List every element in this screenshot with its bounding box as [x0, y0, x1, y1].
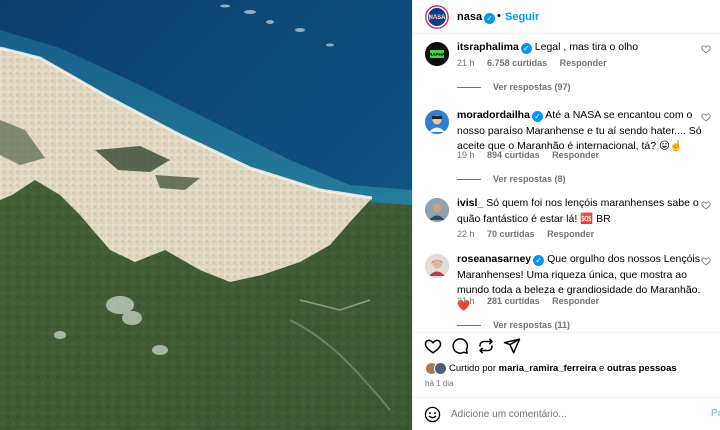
comment-meta: 21 h 6.758 curtidas Responder [457, 58, 617, 68]
view-replies-button[interactable]: Ver respostas (8) [457, 174, 566, 184]
verified-icon: ✓ [484, 13, 496, 24]
comment-username[interactable]: itsraphalima [457, 41, 519, 53]
comment-meta: 21 h 281 curtidas Responder [457, 296, 609, 306]
heart-icon[interactable] [701, 44, 711, 54]
liked-by-user[interactable]: maria_ramira_ferreira [499, 363, 597, 374]
comment-text: Só quem foi nos lençóis maranhenses sabe… [457, 197, 699, 225]
comment-bubble-icon[interactable] [451, 337, 469, 355]
post-image[interactable] [0, 0, 412, 430]
comment-input[interactable] [451, 406, 701, 422]
separator-dot: • [497, 10, 501, 22]
post-author[interactable]: nasa ✓ [457, 11, 496, 24]
svg-text:RAPHA: RAPHA [429, 52, 446, 57]
comment-body: ivisl_ Só quem foi nos lençóis maranhens… [457, 196, 709, 227]
verified-icon: ✓ [520, 43, 532, 54]
liker-avatar[interactable] [434, 362, 447, 375]
post-side-panel: NASA nasa ✓ • Seguir RAPHA itsraphalima ✓ … [412, 0, 720, 430]
replies-divider [457, 179, 481, 181]
comment-item: moradordailha ✓ Até a NASA se encantou co… [413, 108, 720, 186]
comment-item: RAPHA itsraphalima ✓ Legal , mas tira o o… [413, 40, 720, 98]
commenter-avatar[interactable] [425, 254, 449, 278]
post-actions-bar [413, 332, 720, 356]
commenter-avatar[interactable]: RAPHA [425, 42, 449, 66]
follow-button[interactable]: Seguir [505, 11, 539, 23]
comment-time: 21 h [457, 58, 475, 68]
post-header: NASA nasa ✓ • Seguir [413, 0, 720, 34]
replies-divider [457, 325, 481, 327]
liked-by-prefix: Curtido por [449, 363, 496, 374]
replies-divider [457, 87, 481, 89]
view-replies-label[interactable]: Ver respostas (8) [493, 174, 566, 184]
reply-button[interactable]: Responder [552, 296, 599, 306]
view-replies-button[interactable]: Ver respostas (97) [457, 82, 571, 92]
repost-icon[interactable] [477, 337, 495, 355]
liked-by-text: Curtido por maria_ramira_ferreira e outr… [449, 363, 677, 374]
satellite-image-graphic [0, 0, 412, 430]
post-comment-button[interactable]: Po [711, 408, 720, 419]
comment-item: ivisl_ Só quem foi nos lençóis maranhens… [413, 196, 720, 242]
reply-button[interactable]: Responder [552, 150, 599, 160]
comment-body: moradordailha ✓ Até a NASA se encantou co… [457, 108, 709, 155]
avatar-image [425, 254, 449, 278]
commenter-avatar[interactable] [425, 198, 449, 222]
reply-button[interactable]: Responder [547, 229, 594, 239]
comment-body: itsraphalima ✓ Legal , mas tira o olho [457, 40, 709, 56]
liked-by-others[interactable]: outras pessoas [607, 363, 677, 374]
comment-likes[interactable]: 894 curtidas [487, 150, 540, 160]
comment-meta: 22 h 70 curtidas Responder [457, 229, 604, 239]
verified-icon: ✓ [533, 255, 545, 266]
emoji-icon[interactable] [424, 406, 441, 423]
nasa-avatar[interactable]: NASA [425, 5, 449, 29]
heart-icon[interactable] [701, 200, 711, 210]
comment-username[interactable]: roseanasarney [457, 253, 531, 265]
comment-likes[interactable]: 70 curtidas [487, 229, 535, 239]
verified-icon: ✓ [531, 111, 543, 122]
comment-likes[interactable]: 281 curtidas [487, 296, 540, 306]
comment-likes[interactable]: 6.758 curtidas [487, 58, 547, 68]
share-paper-plane-icon[interactable] [503, 337, 521, 355]
view-replies-label[interactable]: Ver respostas (97) [493, 82, 571, 92]
comment-time: 22 h [457, 229, 475, 239]
comment-meta: 19 h 894 curtidas Responder [457, 150, 609, 160]
post-author-name[interactable]: nasa [457, 11, 482, 23]
like-heart-icon[interactable] [424, 337, 442, 355]
add-comment-bar: Po [413, 397, 720, 430]
comment-item: roseanasarney ✓ Que orgulho dos nossos Le… [413, 252, 720, 332]
comment-time: 21 h [457, 296, 475, 306]
reply-button[interactable]: Responder [560, 58, 607, 68]
comment-username[interactable]: ivisl_ [457, 197, 483, 209]
post-time-ago[interactable]: há 1 dia [425, 379, 453, 388]
view-replies-label[interactable]: Ver respostas (11) [493, 320, 570, 330]
comment-time: 19 h [457, 150, 475, 160]
avatar-image: RAPHA [425, 42, 449, 66]
commenter-avatar[interactable] [425, 110, 449, 134]
heart-icon[interactable] [701, 256, 711, 266]
heart-icon[interactable] [701, 112, 711, 122]
liked-by-middle: e [599, 363, 605, 374]
comment-text: Legal , mas tira o olho [534, 41, 639, 53]
avatar-image [425, 198, 449, 222]
view-replies-button[interactable]: Ver respostas (11) [457, 320, 570, 330]
avatar-image [425, 110, 449, 134]
comment-username[interactable]: moradordailha [457, 109, 530, 121]
